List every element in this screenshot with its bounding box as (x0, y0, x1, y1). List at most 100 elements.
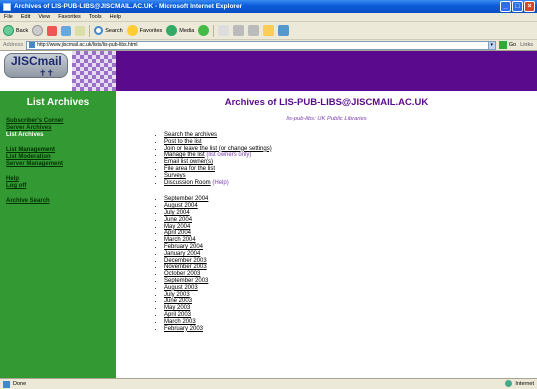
sidebar-item-help[interactable]: Help (6, 176, 110, 183)
folder-icon[interactable] (263, 25, 275, 36)
forward-button[interactable] (32, 25, 44, 36)
menu-file[interactable]: File (4, 14, 13, 20)
menu-edit[interactable]: Edit (21, 14, 30, 20)
menu-favorites[interactable]: Favorites (58, 14, 81, 20)
jiscmail-logo[interactable]: JISCmail ✝✝ (0, 51, 116, 91)
month-link[interactable]: April 2004 (164, 230, 191, 236)
address-bar: Address http://www.jiscmail.ac.uk/lists/… (0, 40, 537, 51)
maximize-button[interactable]: □ (512, 1, 523, 12)
month-link[interactable]: December 2003 (164, 258, 207, 264)
go-button[interactable]: Go (498, 41, 516, 49)
checker-pattern (72, 51, 116, 91)
back-button[interactable]: Back (3, 25, 28, 36)
list-item: July 2003 (164, 292, 517, 299)
month-link[interactable]: July 2004 (164, 210, 190, 216)
month-link[interactable]: March 2003 (164, 319, 196, 325)
search-icon (94, 26, 104, 35)
month-link[interactable]: September 2003 (164, 278, 208, 284)
sidebar-item-server-archives[interactable]: Server Archives (6, 125, 110, 132)
messenger-icon[interactable] (278, 25, 290, 36)
globe-icon (505, 380, 513, 387)
month-link[interactable]: July 2003 (164, 292, 190, 298)
toolbar-separator (213, 24, 215, 37)
sidebar-item-server-management[interactable]: Server Management (6, 161, 110, 168)
menu-bar: File Edit View Favorites Tools Help (0, 13, 537, 22)
list-item: Search the archives (164, 132, 517, 139)
status-text: Done (13, 381, 27, 387)
list-item: Discussion Room (Help) (164, 180, 517, 187)
month-link[interactable]: June 2004 (164, 217, 192, 223)
page-done-icon (3, 380, 10, 388)
menu-help[interactable]: Help (110, 14, 121, 20)
back-arrow-icon (3, 25, 14, 36)
month-link[interactable]: January 2004 (164, 251, 200, 257)
list-item: January 2004 (164, 251, 517, 258)
surveys-link[interactable]: Surveys (164, 173, 186, 179)
month-link[interactable]: May 2004 (164, 224, 190, 230)
sidebar-item-list-moderation[interactable]: List Moderation (6, 154, 110, 161)
sidebar-item-subscribers-corner[interactable]: Subscriber's Corner (6, 118, 110, 125)
window-controls: _ □ × (500, 1, 535, 12)
sidebar-item-list-archives[interactable]: List Archives (6, 132, 110, 139)
list-item: September 2003 (164, 278, 517, 285)
help-hint[interactable]: (Help) (211, 180, 228, 186)
page-viewport: JISCmail ✝✝ List Archives Subscriber's C… (0, 51, 537, 378)
home-icon[interactable] (75, 25, 86, 36)
month-link[interactable]: August 2003 (164, 285, 198, 291)
menu-view[interactable]: View (38, 14, 50, 20)
list-item: June 2004 (164, 217, 517, 224)
search-archives-link[interactable]: Search the archives (164, 132, 217, 138)
sidebar-item-list-management[interactable]: List Management (6, 147, 110, 154)
list-item: Post to the list (164, 139, 517, 146)
list-item: June 2003 (164, 298, 517, 305)
links-button[interactable]: Links (520, 42, 533, 48)
logo-text: JISCmail (11, 54, 62, 68)
favorites-button[interactable]: Favorites (126, 25, 162, 36)
month-link[interactable]: September 2004 (164, 196, 208, 202)
address-dropdown[interactable]: ▾ (487, 40, 496, 50)
forward-arrow-icon (32, 25, 44, 36)
edit-icon[interactable] (248, 25, 260, 36)
join-leave-link[interactable]: Join or leave the list (or change settin… (164, 146, 272, 152)
month-link[interactable]: March 2004 (164, 237, 196, 243)
list-item: August 2004 (164, 203, 517, 210)
archive-months: September 2004 August 2004 July 2004 Jun… (136, 196, 517, 332)
window-title-bar[interactable]: Archives of LIS-PUB-LIBS@JISCMAIL.AC.UK … (0, 0, 537, 13)
month-link[interactable]: February 2004 (164, 244, 203, 250)
sidebar: List Archives Subscriber's Corner Server… (0, 91, 116, 378)
star-icon (126, 25, 138, 36)
address-label: Address (3, 42, 24, 48)
month-link[interactable]: June 2003 (164, 298, 192, 304)
search-label: Search (105, 27, 123, 34)
zone-label: Internet (515, 380, 534, 387)
media-icon (166, 25, 178, 36)
stop-icon[interactable] (47, 25, 58, 36)
mail-icon[interactable] (218, 25, 230, 36)
month-link[interactable]: May 2003 (164, 305, 190, 311)
print-icon[interactable] (233, 25, 245, 36)
sidebar-item-archive-search[interactable]: Archive Search (6, 198, 110, 205)
list-item: December 2003 (164, 258, 517, 265)
manage-list-link[interactable]: Manage the list (164, 152, 205, 158)
media-button[interactable]: Media (166, 25, 194, 36)
month-link[interactable]: August 2004 (164, 203, 198, 209)
history-icon[interactable] (198, 25, 210, 36)
month-link[interactable]: February 2003 (164, 326, 203, 332)
sidebar-item-log-off[interactable]: Log off (6, 183, 110, 190)
post-to-list-link[interactable]: Post to the list (164, 139, 202, 145)
menu-tools[interactable]: Tools (89, 14, 102, 20)
email-owner-link[interactable]: Email list owner(s) (164, 159, 213, 165)
month-link[interactable]: November 2003 (164, 264, 207, 270)
go-arrow-icon (498, 41, 507, 49)
refresh-icon[interactable] (61, 25, 72, 36)
month-link[interactable]: October 2003 (164, 271, 200, 277)
search-button[interactable]: Search (94, 26, 123, 35)
list-item: File area for the list (164, 166, 517, 173)
month-link[interactable]: April 2003 (164, 312, 191, 318)
address-input[interactable]: http://www.jiscmail.ac.uk/lists/lis-pub-… (26, 40, 489, 50)
minimize-button[interactable]: _ (500, 1, 511, 12)
discussion-room-link[interactable]: Discussion Room (164, 180, 211, 186)
file-area-link[interactable]: File area for the list (164, 166, 215, 172)
sidebar-group: Help Log off (6, 176, 110, 190)
close-button[interactable]: × (524, 1, 535, 12)
